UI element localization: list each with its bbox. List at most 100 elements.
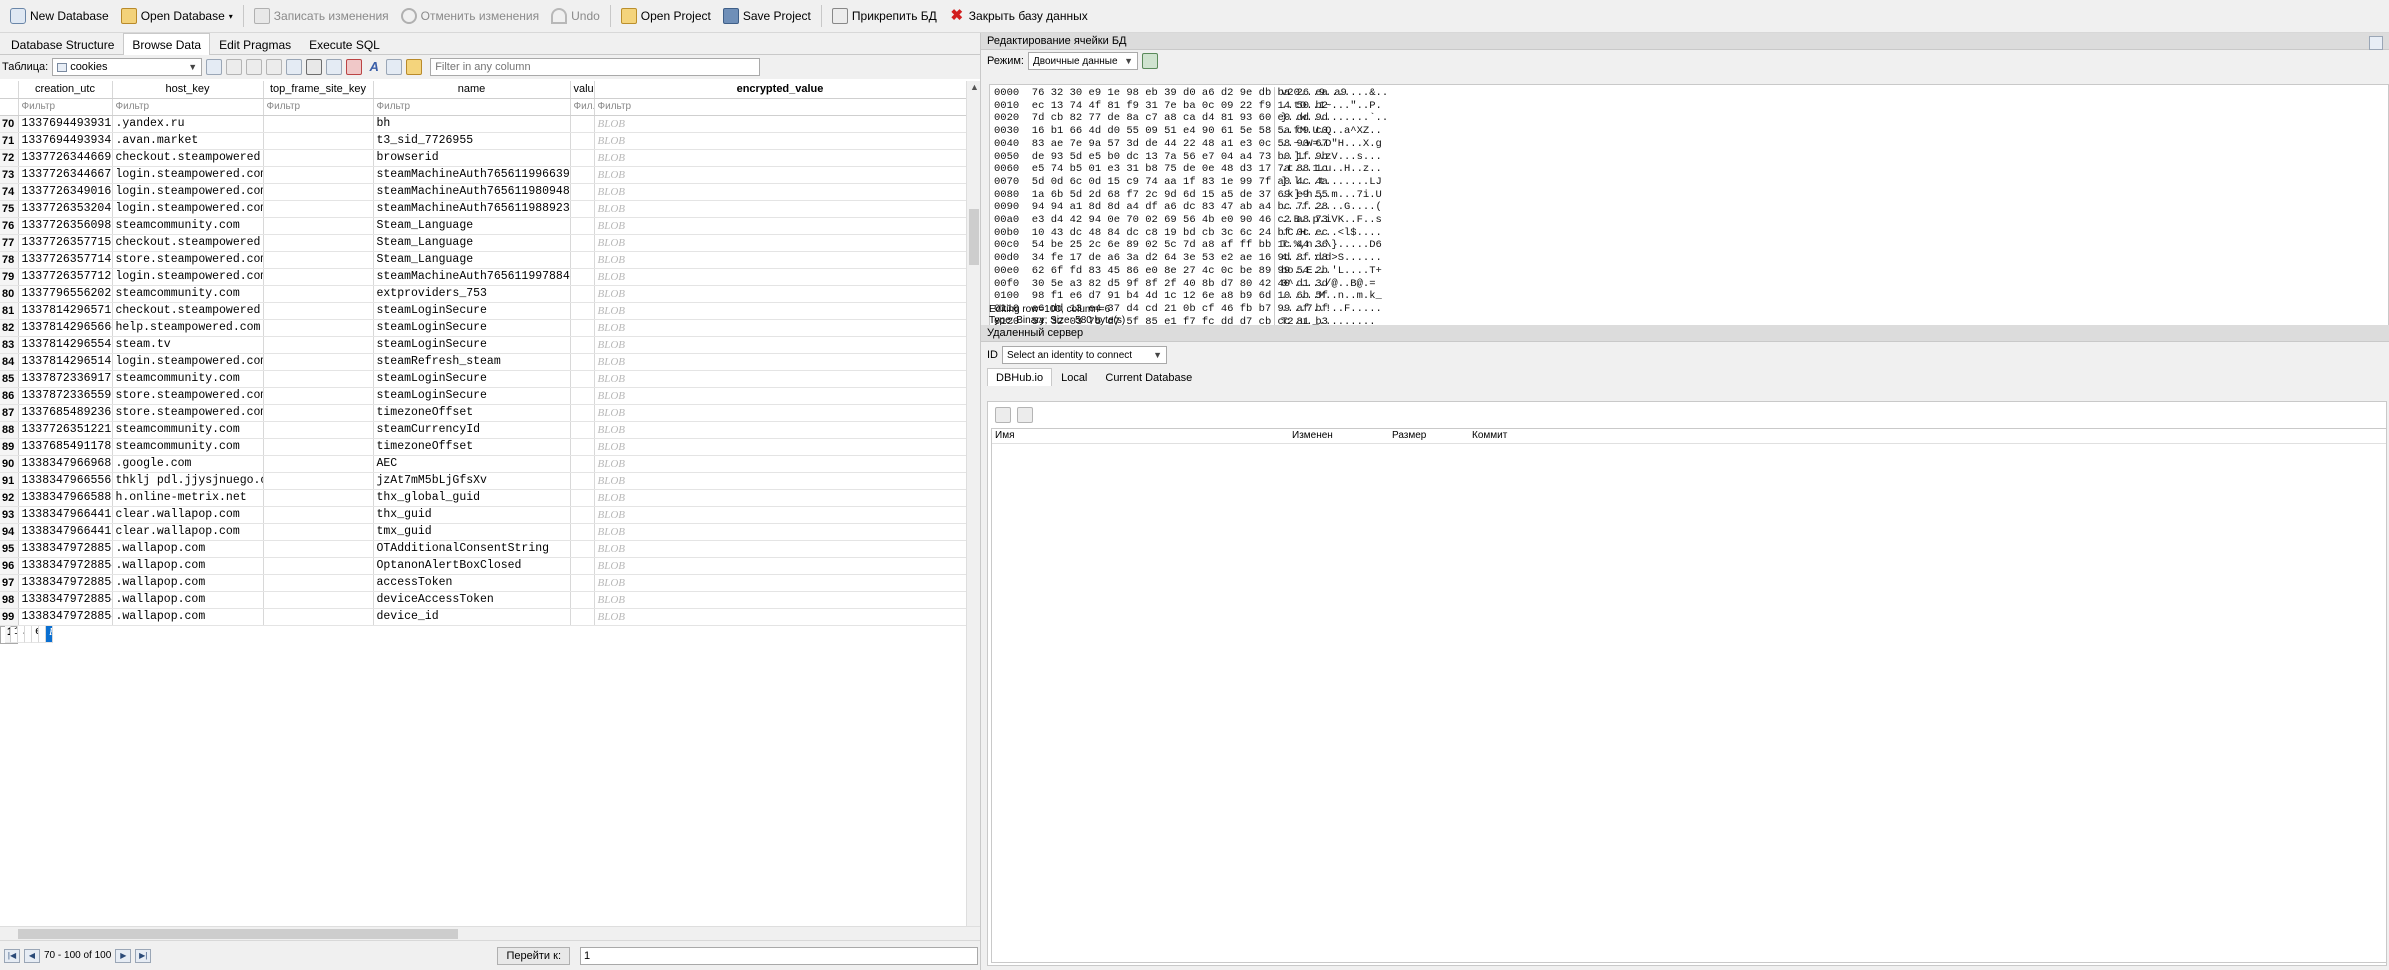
row-number[interactable]: 76 bbox=[0, 217, 19, 235]
insert-record-icon[interactable] bbox=[326, 59, 343, 75]
cell-encrypted-value[interactable]: BLOB bbox=[594, 557, 967, 575]
cell-name[interactable]: device_id bbox=[373, 608, 571, 626]
cell-name[interactable]: AEC bbox=[373, 455, 571, 473]
row-number[interactable]: 94 bbox=[0, 523, 19, 541]
cell-host-key[interactable]: .yandex.ru bbox=[112, 115, 264, 133]
cell-creation-utc[interactable]: 13383479728854341 bbox=[18, 591, 113, 609]
cell-value[interactable] bbox=[570, 472, 595, 490]
row-number[interactable]: 91 bbox=[0, 472, 19, 490]
cell-host-key[interactable]: .wallapop.com bbox=[18, 626, 25, 643]
cell-name[interactable]: t3_sid_7726955 bbox=[373, 132, 571, 150]
print-icon[interactable] bbox=[306, 59, 323, 75]
tab-current-database[interactable]: Current Database bbox=[1096, 368, 1201, 386]
cell-encrypted-value[interactable]: BLOB bbox=[594, 506, 967, 524]
cell-encrypted-value[interactable]: BLOB bbox=[594, 472, 967, 490]
cell-creation-utc[interactable]: 13377263577157421 bbox=[18, 234, 113, 252]
cell-creation-utc[interactable]: 13383479665562619 bbox=[18, 472, 113, 490]
cell-value[interactable] bbox=[570, 234, 595, 252]
cell-encrypted-value[interactable]: BLOB bbox=[594, 217, 967, 235]
cell-host-key[interactable]: h.online-metrix.net bbox=[112, 489, 264, 507]
cell-creation-utc[interactable]: 13377263446678966 bbox=[18, 166, 113, 184]
cell-encrypted-value[interactable]: BLOB bbox=[594, 421, 967, 439]
cell-value[interactable] bbox=[570, 540, 595, 558]
cell-name[interactable]: Steam_Language bbox=[373, 251, 571, 269]
cell-encrypted-value[interactable]: BLOB bbox=[594, 132, 967, 150]
table-row[interactable]: 7813377263577143323store.steampowered.co… bbox=[0, 251, 967, 269]
cell-top-frame-site-key[interactable] bbox=[263, 608, 374, 626]
row-number[interactable]: 96 bbox=[0, 557, 19, 575]
cell-creation-utc[interactable]: 13383479728854651 bbox=[11, 626, 18, 643]
cell-name[interactable]: deviceAccessToken bbox=[373, 591, 571, 609]
cell-top-frame-site-key[interactable] bbox=[263, 455, 374, 473]
row-number[interactable]: 72 bbox=[0, 149, 19, 167]
table-row[interactable]: 8713376854892367648store.steampowered.co… bbox=[0, 404, 967, 422]
remote-col-modified[interactable]: Изменен bbox=[1292, 430, 1333, 441]
filter-any-column-input[interactable] bbox=[430, 58, 761, 76]
cell-top-frame-site-key[interactable] bbox=[263, 387, 374, 405]
cell-value[interactable] bbox=[570, 608, 595, 626]
cell-name[interactable]: steamRefresh_steam bbox=[373, 353, 571, 371]
cell-name[interactable]: steamLoginSecure bbox=[373, 387, 571, 405]
cell-value[interactable] bbox=[570, 353, 595, 371]
cell-host-key[interactable]: clear.wallapop.com bbox=[112, 523, 264, 541]
table-row[interactable]: 9713383479728854784.wallapop.com accessTo… bbox=[0, 574, 967, 592]
column-header-host-key[interactable]: host_key bbox=[112, 81, 264, 99]
row-number[interactable]: 95 bbox=[0, 540, 19, 558]
cell-encrypted-value[interactable]: BLOB bbox=[594, 455, 967, 473]
cell-creation-utc[interactable]: 13378142965664535 bbox=[18, 319, 113, 337]
row-number[interactable]: 81 bbox=[0, 302, 19, 320]
cell-creation-utc[interactable]: 13383479669685846 bbox=[18, 455, 113, 473]
cell-name[interactable]: steamMachineAuth76561198094845293 bbox=[373, 183, 571, 201]
cell-encrypted-value[interactable]: BLOB bbox=[594, 489, 967, 507]
cell-creation-utc[interactable]: 13383479664418898 bbox=[18, 523, 113, 541]
attach-database-button[interactable]: Прикрепить БД bbox=[826, 3, 943, 29]
table-row[interactable]: 8313378142965549391steam.tv steamLoginSec… bbox=[0, 336, 967, 354]
cell-value[interactable] bbox=[570, 149, 595, 167]
cell-creation-utc[interactable]: 13377263560987827 bbox=[18, 217, 113, 235]
cell-value[interactable] bbox=[570, 404, 595, 422]
row-number[interactable]: 79 bbox=[0, 268, 19, 286]
table-row[interactable]: 8113378142965715901checkout.steampowered… bbox=[0, 302, 967, 320]
tab-execute-sql[interactable]: Execute SQL bbox=[300, 34, 389, 54]
cell-encrypted-value[interactable]: BLOB bbox=[594, 370, 967, 388]
cell-value[interactable] bbox=[570, 183, 595, 201]
row-number[interactable]: 97 bbox=[0, 574, 19, 592]
cell-top-frame-site-key[interactable] bbox=[263, 319, 374, 337]
identity-select[interactable]: Select an identity to connect ▼ bbox=[1002, 346, 1167, 364]
row-number[interactable]: 85 bbox=[0, 370, 19, 388]
row-number[interactable]: 92 bbox=[0, 489, 19, 507]
row-number[interactable]: 88 bbox=[0, 421, 19, 439]
scroll-up-icon[interactable]: ▲ bbox=[970, 82, 979, 92]
cell-encrypted-value[interactable]: BLOB bbox=[594, 353, 967, 371]
cell-host-key[interactable]: login.steampowered.com bbox=[112, 183, 264, 201]
cell-value[interactable] bbox=[570, 489, 595, 507]
cell-creation-utc[interactable]: 13383479664418856 bbox=[18, 506, 113, 524]
cell-creation-utc[interactable]: 13383479728855132 bbox=[18, 540, 113, 558]
cell-encrypted-value[interactable]: BLOB bbox=[594, 302, 967, 320]
cell-creation-utc[interactable]: 13376854911781700 bbox=[18, 438, 113, 456]
refresh-table-icon[interactable] bbox=[206, 59, 223, 75]
remote-col-size[interactable]: Размер bbox=[1392, 430, 1426, 441]
cell-name[interactable]: steamLoginSecure bbox=[373, 319, 571, 337]
goto-input[interactable] bbox=[580, 947, 978, 965]
cell-top-frame-site-key[interactable] bbox=[263, 302, 374, 320]
sort-icon[interactable] bbox=[246, 59, 263, 75]
row-number[interactable]: 82 bbox=[0, 319, 19, 337]
cell-top-frame-site-key[interactable] bbox=[263, 540, 374, 558]
cell-host-key[interactable]: checkout.steampowered.com bbox=[112, 302, 264, 320]
import-export-icon[interactable] bbox=[2369, 36, 2383, 50]
cell-name[interactable]: steamMachineAuth76561199663904592 bbox=[373, 166, 571, 184]
table-row[interactable]: 7013376944939313627.yandex.ru bh BLOB bbox=[0, 115, 967, 133]
row-number[interactable]: 87 bbox=[0, 404, 19, 422]
cell-host-key[interactable]: .wallapop.com bbox=[112, 608, 264, 626]
cell-encrypted-value[interactable]: BLOB bbox=[594, 268, 967, 286]
horizontal-scroll-thumb[interactable] bbox=[18, 929, 458, 939]
first-page-icon[interactable]: |◀ bbox=[4, 948, 20, 963]
cell-creation-utc[interactable]: 13378142965549391 bbox=[18, 336, 113, 354]
cell-value[interactable] bbox=[570, 557, 595, 575]
cell-host-key[interactable]: thklj pdl.jjysjnuego.com bbox=[112, 472, 264, 490]
row-number[interactable]: 77 bbox=[0, 234, 19, 252]
tab-database-structure[interactable]: Database Structure bbox=[2, 34, 123, 54]
cell-creation-utc[interactable]: 13377263490166499 bbox=[18, 183, 113, 201]
cell-host-key[interactable]: .wallapop.com bbox=[112, 574, 264, 592]
